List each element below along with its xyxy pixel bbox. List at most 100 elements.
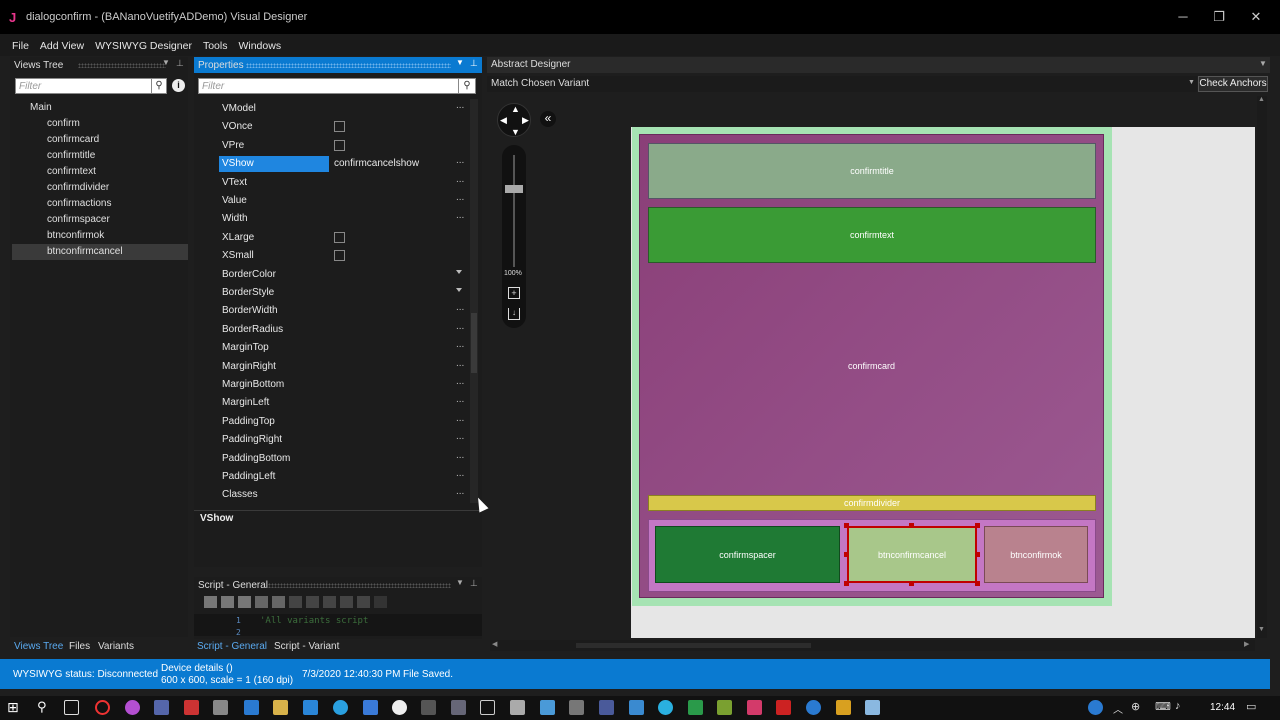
resize-handle[interactable] xyxy=(975,523,980,528)
view-btnconfirmcancel[interactable]: btnconfirmcancel xyxy=(847,526,977,583)
tab-files[interactable]: Files xyxy=(69,641,90,652)
app-icon[interactable] xyxy=(717,700,732,715)
scrollbar-thumb[interactable] xyxy=(576,643,811,648)
find-icon[interactable] xyxy=(357,596,370,608)
scrollbar-thumb[interactable] xyxy=(471,313,477,373)
resize-handle[interactable] xyxy=(844,552,849,557)
search-icon[interactable]: ⚲ xyxy=(458,78,476,94)
app-icon[interactable] xyxy=(836,700,851,715)
tree-item[interactable]: confirmactions xyxy=(47,197,111,211)
app-icon[interactable] xyxy=(451,700,466,715)
app-icon[interactable] xyxy=(363,700,378,715)
pan-control[interactable]: ▲ ▼ ◀ ▶ xyxy=(497,103,531,137)
menu-windows[interactable]: Windows xyxy=(238,34,287,56)
tree-item-main[interactable]: Main xyxy=(30,101,52,115)
run-icon[interactable] xyxy=(374,596,387,608)
app-icon[interactable] xyxy=(154,700,169,715)
arrow-down-icon[interactable]: ▼ xyxy=(511,127,520,137)
property-row-borderradius[interactable]: BorderRadius... xyxy=(219,321,464,338)
collapse-icon[interactable]: « xyxy=(540,111,556,127)
file-explorer-icon[interactable] xyxy=(273,700,288,715)
arrow-right-icon[interactable]: ▶ xyxy=(522,115,529,126)
view-confirmtext[interactable]: confirmtext xyxy=(648,207,1096,263)
ellipsis-button[interactable]: ... xyxy=(456,339,464,350)
copy-icon[interactable] xyxy=(204,596,217,608)
panel-grip[interactable] xyxy=(78,63,166,68)
indent-icon[interactable] xyxy=(289,596,302,608)
ellipsis-button[interactable]: ... xyxy=(456,302,464,313)
variant-select[interactable]: Match Chosen Variant ▼ xyxy=(487,76,1197,92)
tab-views-tree[interactable]: Views Tree xyxy=(14,641,63,652)
scroll-up-icon[interactable]: ▲ xyxy=(1258,96,1265,103)
notifications-icon[interactable]: ▭ xyxy=(1246,700,1256,713)
property-row-xlarge[interactable]: XLarge xyxy=(219,230,459,246)
terminal-icon[interactable] xyxy=(480,700,495,715)
property-row-xsmall[interactable]: XSmall xyxy=(219,248,459,264)
property-row-value[interactable]: Value... xyxy=(219,192,464,209)
tree-item[interactable]: btnconfirmok xyxy=(47,229,104,243)
view-confirmspacer[interactable]: confirmspacer xyxy=(655,526,840,583)
property-checkbox[interactable] xyxy=(334,250,345,262)
chrome-icon[interactable] xyxy=(392,700,407,715)
fit-to-screen-icon[interactable]: + xyxy=(508,287,520,299)
property-value[interactable]: confirmcancelshow xyxy=(334,158,419,169)
app-icon[interactable] xyxy=(244,700,259,715)
telegram-icon[interactable] xyxy=(333,700,348,715)
menu-wysiwyg-designer[interactable]: WYSIWYG Designer xyxy=(95,34,198,56)
property-row-vtext[interactable]: VText... xyxy=(219,174,464,191)
tree-item[interactable]: confirmtitle xyxy=(47,149,95,163)
chevron-up-icon[interactable]: ︿ xyxy=(1113,701,1123,716)
menu-file[interactable]: File xyxy=(12,34,35,56)
chevron-down-icon[interactable] xyxy=(456,288,462,292)
tree-item[interactable]: confirmspacer xyxy=(47,213,110,227)
help-icon[interactable] xyxy=(1088,700,1103,715)
redo-icon[interactable] xyxy=(272,596,285,608)
tree-item[interactable]: confirmtext xyxy=(47,165,96,179)
pin-icon[interactable]: ⊥ xyxy=(176,58,184,69)
ellipsis-button[interactable]: ... xyxy=(456,100,464,111)
view-confirmtitle[interactable]: confirmtitle xyxy=(648,143,1096,199)
windows-start-icon[interactable]: ⊞ xyxy=(7,699,19,716)
vscode-icon[interactable] xyxy=(303,700,318,715)
tab-script-variant[interactable]: Script - Variant xyxy=(274,641,339,652)
property-row-borderstyle[interactable]: BorderStyle xyxy=(219,285,462,301)
properties-scrollbar[interactable] xyxy=(470,99,478,503)
property-row-marginright[interactable]: MarginRight... xyxy=(219,358,464,375)
cut-icon[interactable] xyxy=(221,596,234,608)
property-row-borderwidth[interactable]: BorderWidth... xyxy=(219,302,464,319)
tree-item[interactable]: confirm xyxy=(47,117,80,131)
property-row-paddingleft[interactable]: PaddingLeft... xyxy=(219,468,464,485)
comment-icon[interactable] xyxy=(323,596,336,608)
paste-icon[interactable] xyxy=(238,596,251,608)
resize-handle[interactable] xyxy=(909,581,914,586)
view-confirmdivider[interactable]: confirmdivider xyxy=(648,495,1096,511)
designer-vertical-scrollbar[interactable]: ▲ ▼ xyxy=(1257,96,1267,638)
app-icon[interactable] xyxy=(776,700,791,715)
property-row-classes[interactable]: Classes... xyxy=(219,486,464,503)
property-row-vmodel[interactable]: VModel... xyxy=(219,100,464,117)
ellipsis-button[interactable]: ... xyxy=(456,394,464,405)
menu-add-view[interactable]: Add View xyxy=(40,34,90,56)
tree-item-selected[interactable]: btnconfirmcancel xyxy=(12,244,188,260)
property-row-marginbottom[interactable]: MarginBottom... xyxy=(219,376,464,393)
info-icon[interactable]: i xyxy=(172,79,185,92)
ellipsis-button[interactable]: ... xyxy=(456,174,464,185)
tree-item[interactable]: confirmdivider xyxy=(47,181,109,195)
property-row-width[interactable]: Width... xyxy=(219,210,464,227)
opera-icon[interactable] xyxy=(95,700,110,715)
panel-grip[interactable] xyxy=(268,583,451,588)
property-row-marginleft[interactable]: MarginLeft... xyxy=(219,394,464,411)
ellipsis-button[interactable]: ... xyxy=(456,431,464,442)
tab-variants[interactable]: Variants xyxy=(98,641,134,652)
panel-grip[interactable] xyxy=(246,63,451,68)
tab-script-general[interactable]: Script - General xyxy=(197,641,267,652)
arrow-left-icon[interactable]: ◀ xyxy=(500,115,507,126)
app-icon[interactable] xyxy=(421,700,436,715)
app-icon[interactable] xyxy=(599,700,614,715)
ellipsis-button[interactable]: ... xyxy=(456,155,464,166)
resize-handle[interactable] xyxy=(975,552,980,557)
ellipsis-button[interactable]: ... xyxy=(456,321,464,332)
property-checkbox[interactable] xyxy=(334,121,345,133)
app-icon[interactable] xyxy=(569,700,584,715)
resize-handle[interactable] xyxy=(844,581,849,586)
